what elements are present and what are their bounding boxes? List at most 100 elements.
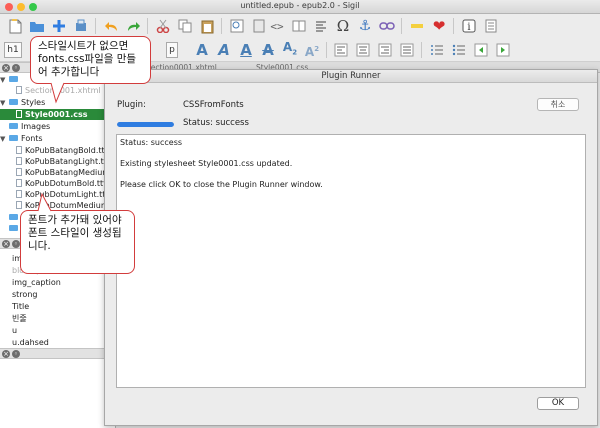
tree-file-font[interactable]: KoPubDotumLight.ttf	[16, 189, 104, 200]
tree-file-style0001-css[interactable]: Style0001.css	[0, 109, 116, 120]
window-title: untitled.epub - epub2.0 - Sigil	[240, 1, 360, 10]
style-item[interactable]: u.dahsed	[12, 337, 49, 348]
decrease-indent-icon[interactable]	[472, 41, 490, 59]
font-file-icon	[16, 179, 22, 187]
main-toolbar: <> Ω ⚓ ❤ i	[0, 14, 600, 38]
tree-folder-fonts[interactable]: ▼ Fonts	[0, 133, 43, 144]
collapse-triangle-icon[interactable]: ▼	[0, 134, 9, 144]
style-item[interactable]: u	[12, 325, 17, 336]
tree-file-font[interactable]: KoPubDotumBold.ttf	[16, 178, 104, 189]
style-item[interactable]: img_caption	[12, 277, 61, 288]
preview-icon[interactable]	[228, 17, 246, 35]
anchor-icon[interactable]: ⚓	[356, 17, 374, 35]
font-file-icon	[16, 146, 22, 154]
folder-icon	[9, 135, 18, 141]
italic-text-icon[interactable]: A	[215, 41, 233, 59]
open-folder-icon[interactable]	[28, 17, 46, 35]
cancel-button[interactable]: 취소	[537, 98, 579, 111]
underline-text-icon[interactable]: A	[237, 41, 255, 59]
toolbar-separator	[401, 18, 402, 34]
copy-icon[interactable]	[176, 17, 194, 35]
info-icon[interactable]: i	[460, 17, 478, 35]
float-panel-icon[interactable]: ◦	[12, 64, 20, 72]
insert-special-character-icon[interactable]: Ω	[334, 17, 352, 35]
output-line: Existing stylesheet Style0001.css update…	[120, 159, 293, 168]
toolbar-separator	[147, 18, 148, 34]
toolbar-separator	[453, 18, 454, 34]
progress-bar	[117, 122, 174, 127]
bold-text-icon[interactable]: A	[193, 41, 211, 59]
bottom-panel-header: × ◦	[0, 348, 116, 359]
code-view-icon[interactable]: <>	[268, 17, 286, 35]
toolbar-separator	[326, 42, 327, 58]
bullet-list-icon[interactable]	[450, 41, 468, 59]
float-panel-icon[interactable]: ◦	[12, 240, 20, 248]
add-plus-icon[interactable]	[50, 17, 68, 35]
collapse-triangle-icon[interactable]: ▼	[0, 75, 9, 85]
folder-icon	[9, 123, 18, 129]
tree-file-font[interactable]: KoPubBatangLight.ttf	[16, 156, 104, 167]
plugin-output-box[interactable]: Status: success Existing stylesheet Styl…	[116, 134, 586, 388]
align-right-icon[interactable]	[376, 41, 394, 59]
font-file-icon	[16, 168, 22, 176]
font-file-icon	[16, 201, 22, 209]
paste-icon[interactable]	[198, 17, 216, 35]
undo-icon[interactable]	[102, 17, 120, 35]
float-panel-icon[interactable]: ◦	[12, 350, 20, 358]
close-panel-icon[interactable]: ×	[2, 64, 10, 72]
tree-folder-text[interactable]: ▼	[0, 74, 21, 85]
cut-icon[interactable]	[154, 17, 172, 35]
folder-icon	[9, 99, 18, 105]
plugin-label: Plugin:	[117, 100, 146, 110]
align-left-icon[interactable]	[332, 41, 350, 59]
tree-file-font[interactable]: KoPubBatangMedium.ttf	[16, 167, 104, 178]
toolbar-separator	[221, 18, 222, 34]
callout-bubble-top: 스타일시트가 없으면 fonts.css파일을 만들어 추가합니다	[30, 36, 151, 84]
heart-icon[interactable]: ❤	[430, 17, 448, 35]
folder-icon	[9, 76, 18, 82]
align-center-icon[interactable]	[354, 41, 372, 59]
dialog-titlebar: Plugin Runner	[105, 70, 597, 83]
progress-fill	[117, 122, 174, 127]
callout-text-bottom: 폰트가 추가돼 있어야 폰트 스타일이 생성됩니다.	[28, 214, 122, 252]
heading-button[interactable]: h1	[4, 42, 22, 58]
window-titlebar: untitled.epub - epub2.0 - Sigil	[0, 0, 600, 14]
split-view-icon[interactable]	[290, 17, 308, 35]
strikethrough-text-icon[interactable]: A	[259, 41, 277, 59]
ok-button[interactable]: OK	[537, 397, 579, 410]
plugin-runner-dialog: Plugin Runner Plugin: CSSFromFonts 취소 St…	[104, 69, 598, 426]
numbered-list-icon[interactable]	[428, 41, 446, 59]
xhtml-file-icon	[16, 86, 22, 94]
tree-file-font[interactable]: KoPubBatangBold.ttf	[16, 145, 104, 156]
superscript-icon[interactable]: A2	[303, 41, 321, 59]
collapse-triangle-icon[interactable]: ▼	[0, 98, 9, 108]
new-file-icon[interactable]	[6, 17, 24, 35]
text-align-icon[interactable]	[312, 17, 330, 35]
close-panel-icon[interactable]: ×	[2, 240, 10, 248]
book-view-icon[interactable]	[250, 17, 268, 35]
link-icon[interactable]	[378, 17, 396, 35]
align-justify-icon[interactable]	[398, 41, 416, 59]
tree-folder-images[interactable]: Images	[0, 121, 50, 132]
highlight-icon[interactable]	[408, 17, 426, 35]
toolbar-separator	[421, 42, 422, 58]
style-item[interactable]: strong	[12, 289, 37, 300]
dialog-title: Plugin Runner	[321, 71, 381, 81]
save-icon[interactable]	[72, 17, 90, 35]
style-item[interactable]: Title	[12, 301, 29, 312]
output-line: Status: success	[120, 138, 183, 147]
increase-indent-icon[interactable]	[494, 41, 512, 59]
paragraph-button[interactable]: p	[166, 42, 178, 58]
folder-icon	[9, 225, 18, 231]
subscript-icon[interactable]: A2	[281, 40, 299, 59]
svg-text:i: i	[467, 22, 470, 33]
close-panel-icon[interactable]: ×	[2, 350, 10, 358]
style-item[interactable]: 빈줄	[12, 313, 27, 324]
document-list-icon[interactable]	[482, 17, 500, 35]
tree-folder-styles[interactable]: ▼ Styles	[0, 97, 45, 108]
css-file-icon	[16, 110, 22, 118]
status-label: Status: success	[183, 118, 249, 128]
redo-icon[interactable]	[124, 17, 142, 35]
callout-tail-bottom	[37, 193, 52, 212]
font-file-icon	[16, 157, 22, 165]
